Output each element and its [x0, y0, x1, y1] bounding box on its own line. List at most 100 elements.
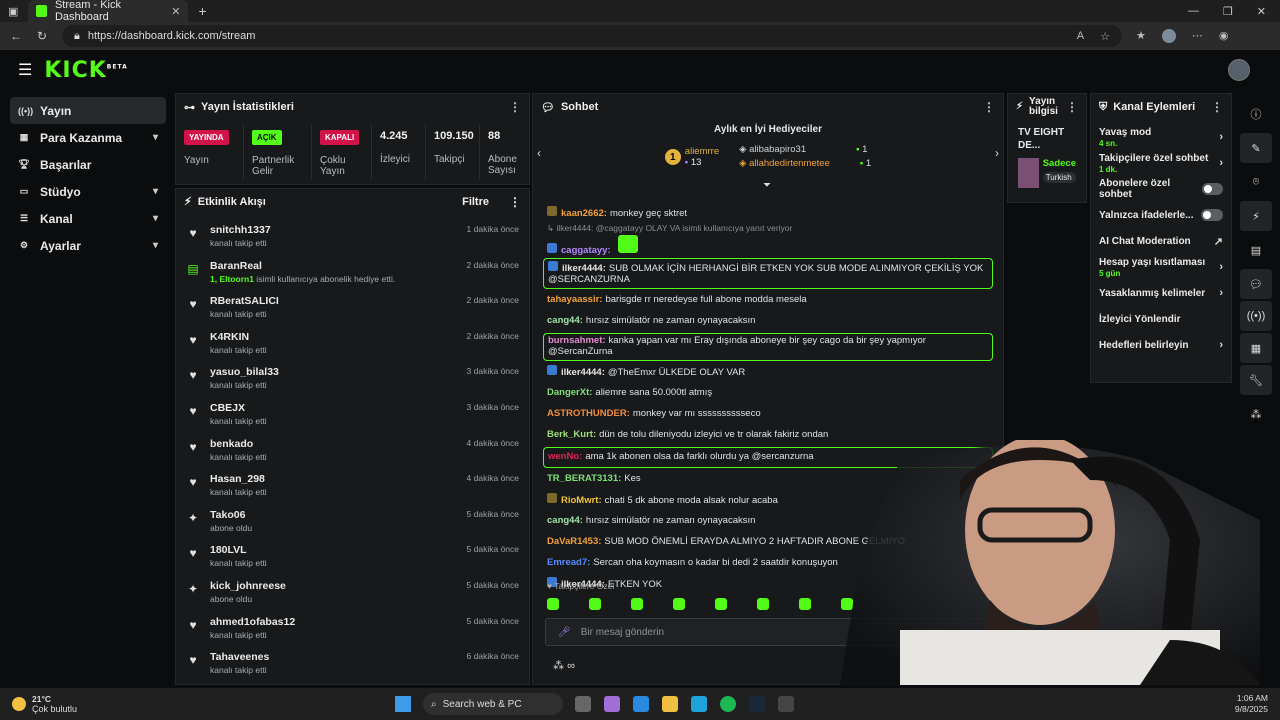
chat-username[interactable]: DangerXt: — [547, 387, 592, 398]
minimize-icon[interactable]: — — [1188, 5, 1199, 18]
chat-username[interactable]: burnsahmet: — [548, 335, 606, 346]
chat-message[interactable]: DangerXt: aliemre sana 50.000tl atmış — [533, 383, 1003, 404]
channel-action-item[interactable]: Yalnızca ifadelerle... — [1091, 202, 1231, 228]
nav-item-0[interactable]: ((•)) Yayın — [10, 97, 166, 124]
activity-menu-icon[interactable]: ⋮ — [509, 195, 521, 209]
read-aloud-icon[interactable]: A — [1077, 30, 1084, 43]
taskbar-search[interactable]: ⌕ Search web & PC — [423, 693, 564, 715]
chat-menu-icon[interactable]: ⋮ — [983, 100, 995, 114]
channel-action-item[interactable]: Takipçilere özel sohbet 1 dk. › — [1091, 150, 1231, 176]
activity-username[interactable]: Hasan_298 — [210, 473, 457, 485]
chat-message[interactable]: ilker4444: @TheEmxr ÜLKEDE OLAY VAR — [533, 362, 1003, 383]
kick-logo[interactable]: KICKBETA — [44, 58, 127, 83]
refresh-icon[interactable]: ↻ — [32, 29, 52, 43]
emote-icon[interactable] — [673, 598, 685, 610]
maximize-icon[interactable]: ❐ — [1223, 5, 1233, 18]
activity-username[interactable]: K4RKIN — [210, 331, 457, 343]
channel-action-item[interactable]: İzleyici Yönlendir — [1091, 306, 1231, 332]
chat-message[interactable]: ASTROTHUNDER: monkey var mı sssssssssseco — [533, 404, 1003, 425]
wrench-icon[interactable]: 🔧︎ — [1240, 365, 1272, 395]
chat-username[interactable]: ilker4444: — [561, 367, 605, 378]
filter-button[interactable]: Filtre — [462, 196, 489, 208]
activity-username[interactable]: CBEJX — [210, 402, 457, 414]
chat-message[interactable]: cang44: hırsız simülatör ne zaman oynayac… — [533, 311, 1003, 332]
info-icon[interactable]: ⓘ — [1240, 97, 1272, 131]
more-icon[interactable]: ⋯ — [1192, 29, 1203, 43]
emote-icon[interactable] — [799, 598, 811, 610]
chat-username[interactable]: ASTROTHUNDER: — [547, 408, 630, 419]
chat-username[interactable]: Berk_Kurt: — [547, 429, 596, 440]
file-explorer-icon[interactable] — [662, 696, 679, 712]
address-bar[interactable]: 🔒︎ https://dashboard.kick.com/stream A ☆ — [62, 25, 1122, 47]
nav-item-5[interactable]: ⚙︎ Ayarlar ▾ — [10, 232, 166, 259]
chat-username[interactable]: DaVaR1453: — [547, 536, 601, 547]
activity-username[interactable]: yasuo_bilal33 — [210, 366, 457, 378]
activity-username[interactable]: RBeratSALICI — [210, 295, 457, 307]
new-tab-icon[interactable]: + — [198, 3, 206, 19]
chat-username[interactable]: RioMwrt: — [561, 495, 602, 506]
toggle-switch[interactable] — [1201, 183, 1223, 195]
chat-username[interactable]: TR_BERAT3131: — [547, 473, 621, 484]
emote-icon[interactable] — [547, 598, 559, 610]
channel-action-item[interactable]: Hesap yaşı kısıtlaması 5 gün › — [1091, 254, 1231, 280]
chat-message[interactable]: tahayaassir: barisgde rr neredeyse full a… — [533, 290, 1003, 311]
gifters-next-icon[interactable]: › — [995, 146, 999, 160]
channel-action-item[interactable]: Hedefleri belirleyin › — [1091, 332, 1231, 358]
activity-username[interactable]: Tahaveenes — [210, 651, 457, 663]
lightning-icon[interactable]: ⚡︎ — [1240, 201, 1272, 231]
emote-icon[interactable] — [631, 598, 643, 610]
broadcast-signal-icon[interactable]: ((•)) — [1240, 301, 1272, 331]
gifters-prev-icon[interactable]: ‹ — [537, 146, 541, 160]
chat-username[interactable]: cang44: — [547, 315, 583, 326]
nav-item-3[interactable]: ▭ Stüdyo ▾ — [10, 178, 166, 205]
activity-username[interactable]: 180LVL — [210, 544, 457, 556]
taskbar-clock[interactable]: 1:06 AM 9/8/2025 — [1235, 693, 1268, 715]
activity-username[interactable]: ahmed1ofabas12 — [210, 616, 457, 628]
collapse-gifters-icon[interactable]: ⏷ — [763, 180, 771, 191]
chat-bubble-icon[interactable]: 💬︎ — [1240, 269, 1272, 299]
apps-icon[interactable]: ⁂ — [1240, 397, 1272, 431]
edge-icon[interactable] — [691, 696, 708, 712]
channel-action-item[interactable]: Yavaş mod 4 sn. › — [1091, 124, 1231, 150]
tab-close-icon[interactable]: ✕ — [171, 5, 180, 18]
nav-item-1[interactable]: ▦ Para Kazanma ▾ — [10, 124, 166, 151]
favorites-icon[interactable]: ★ — [1136, 29, 1146, 43]
chat-username[interactable]: ilker4444: — [562, 263, 606, 274]
steam-icon[interactable] — [749, 696, 766, 712]
chat-username[interactable]: tahayaassir: — [547, 294, 602, 305]
chat-message[interactable]: kaan2662: monkey geç sktret — [533, 202, 1003, 223]
channel-action-item[interactable]: AI Chat Moderation ↗ — [1091, 228, 1231, 254]
chat-message[interactable]: ilker4444: SUB OLMAK İÇİN HERHANGİ BİR ET… — [543, 257, 993, 289]
tab-actions-icon[interactable]: ▣ — [8, 5, 18, 18]
activity-username[interactable]: Tako06 — [210, 509, 457, 521]
stream-info-menu-icon[interactable]: ⋮ — [1066, 101, 1078, 113]
emote-icon[interactable] — [589, 598, 601, 610]
weather-widget[interactable]: 21°C Çok bulutlu — [12, 694, 77, 714]
camera-icon[interactable]: ⌾ — [1240, 165, 1272, 199]
channel-actions-menu-icon[interactable]: ⋮ — [1211, 100, 1223, 114]
chat-message[interactable]: burnsahmet: kanka yapan var mı Eray dışın… — [543, 332, 993, 361]
stat-partner[interactable]: AÇIK Partnerlik Gelir — [244, 124, 312, 180]
windows-start-icon[interactable] — [395, 696, 412, 712]
activity-username[interactable]: BaranReal — [210, 260, 457, 272]
store-icon[interactable] — [633, 696, 650, 712]
microphone-icon[interactable]: 🎤︎ — [558, 627, 571, 638]
emote-icon[interactable] — [715, 598, 727, 610]
chat-username[interactable]: Emread7: — [547, 557, 590, 568]
pencil-icon[interactable]: ✎ — [1240, 133, 1272, 163]
hamburger-menu-icon[interactable]: ☰ — [18, 60, 32, 80]
browser-tab[interactable]: Stream - Kick Dashboard ✕ — [28, 0, 189, 23]
chat-username[interactable]: wenNo: — [548, 451, 582, 462]
task-view-icon[interactable] — [575, 696, 592, 712]
user-avatar[interactable] — [1228, 59, 1250, 81]
copilot-icon[interactable]: ◉ — [1219, 29, 1229, 43]
back-icon[interactable]: ← — [6, 29, 26, 43]
chat-username[interactable]: kaan2662: — [561, 208, 607, 219]
infinity-icon[interactable]: ∞ — [567, 660, 575, 672]
channel-action-item[interactable]: Yasaklanmış kelimeler › — [1091, 280, 1231, 306]
nav-item-4[interactable]: ☰ Kanal ▾ — [10, 205, 166, 232]
channel-action-item[interactable]: Abonelere özel sohbet — [1091, 176, 1231, 202]
favorite-star-icon[interactable]: ☆ — [1100, 30, 1110, 43]
window-close-icon[interactable]: ✕ — [1257, 5, 1266, 18]
activity-username[interactable]: kick_johnreese — [210, 580, 457, 592]
